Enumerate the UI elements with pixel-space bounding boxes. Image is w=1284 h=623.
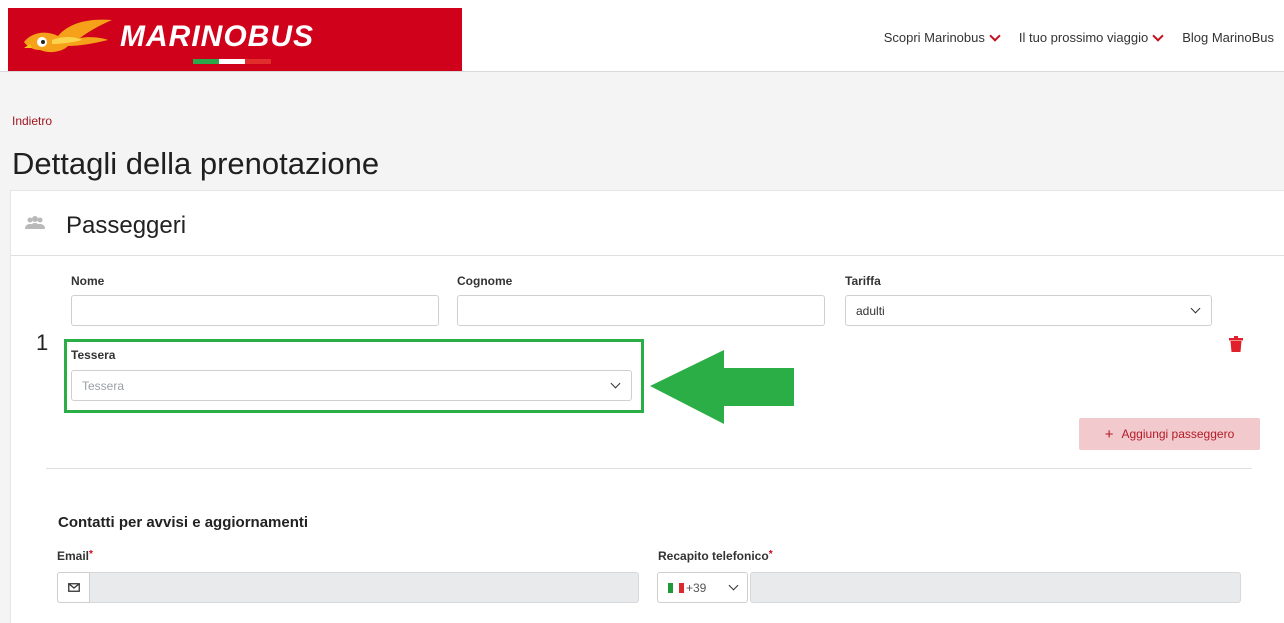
plus-icon: + bbox=[1104, 425, 1114, 443]
trash-icon[interactable] bbox=[1229, 336, 1243, 352]
nome-label: Nome bbox=[71, 274, 105, 288]
chevron-down-icon bbox=[728, 580, 739, 591]
phone-input[interactable] bbox=[750, 572, 1241, 603]
brand-logo[interactable]: MARINOBUS bbox=[8, 8, 462, 71]
tariffa-label: Tariffa bbox=[845, 274, 881, 288]
tessera-label: Tessera bbox=[71, 348, 116, 362]
nav-blog[interactable]: Blog MarinoBus bbox=[1182, 30, 1274, 45]
passengers-title: Passeggeri bbox=[66, 212, 187, 239]
back-link[interactable]: Indietro bbox=[12, 114, 52, 128]
required-mark: * bbox=[89, 549, 93, 560]
add-passenger-label: Aggiungi passeggero bbox=[1121, 427, 1235, 441]
chevron-down-icon bbox=[1152, 29, 1164, 42]
pointer-arrow-icon bbox=[650, 350, 794, 424]
add-passenger-button[interactable]: + Aggiungi passeggero bbox=[1079, 418, 1260, 450]
chevron-down-icon bbox=[610, 378, 621, 389]
section-divider bbox=[46, 468, 1252, 469]
tariffa-select[interactable]: adulti bbox=[845, 295, 1212, 326]
main-nav: Scopri Marinobus Il tuo prossimo viaggio… bbox=[883, 29, 1274, 45]
tessera-placeholder: Tessera bbox=[82, 379, 125, 393]
nav-prossimo-viaggio[interactable]: Il tuo prossimo viaggio bbox=[1018, 29, 1164, 45]
italy-stripe bbox=[193, 59, 271, 64]
eagle-logo-icon bbox=[24, 19, 112, 53]
tessera-select[interactable]: Tessera bbox=[71, 370, 632, 401]
phone-prefix-value: +39 bbox=[686, 580, 707, 595]
phone-label-text: Recapito telefonico bbox=[658, 549, 769, 563]
top-bar: MARINOBUS Scopri Marinobus Il tuo prossi… bbox=[0, 0, 1284, 72]
italy-flag-icon bbox=[668, 582, 684, 593]
phone-label: Recapito telefonico* bbox=[658, 549, 773, 563]
phone-prefix-select[interactable]: +39 bbox=[657, 572, 748, 603]
people-icon bbox=[25, 216, 45, 229]
contacts-title: Contatti per avvisi e aggiornamenti bbox=[58, 514, 309, 531]
chevron-down-icon bbox=[989, 29, 1001, 42]
cognome-input[interactable] bbox=[457, 295, 825, 326]
nav-label: Blog MarinoBus bbox=[1182, 30, 1274, 45]
required-mark: * bbox=[768, 549, 773, 560]
cognome-label: Cognome bbox=[457, 274, 513, 288]
email-label-text: Email bbox=[57, 549, 90, 563]
passengers-header: Passeggeri bbox=[11, 191, 1284, 256]
nav-scopri-marinobus[interactable]: Scopri Marinobus bbox=[883, 29, 1001, 45]
page-title: Dettagli della prenotazione bbox=[12, 146, 380, 181]
passenger-number: 1 bbox=[36, 330, 49, 355]
mail-icon bbox=[57, 572, 90, 603]
tariffa-value: adulti bbox=[856, 304, 885, 318]
chevron-down-icon bbox=[1190, 303, 1201, 314]
nav-label: Il tuo prossimo viaggio bbox=[1018, 30, 1149, 45]
brand-name: MARINOBUS bbox=[120, 20, 314, 53]
email-input[interactable] bbox=[57, 572, 639, 603]
nome-input[interactable] bbox=[71, 295, 439, 326]
email-label: Email* bbox=[57, 549, 93, 563]
nav-label: Scopri Marinobus bbox=[883, 30, 985, 45]
